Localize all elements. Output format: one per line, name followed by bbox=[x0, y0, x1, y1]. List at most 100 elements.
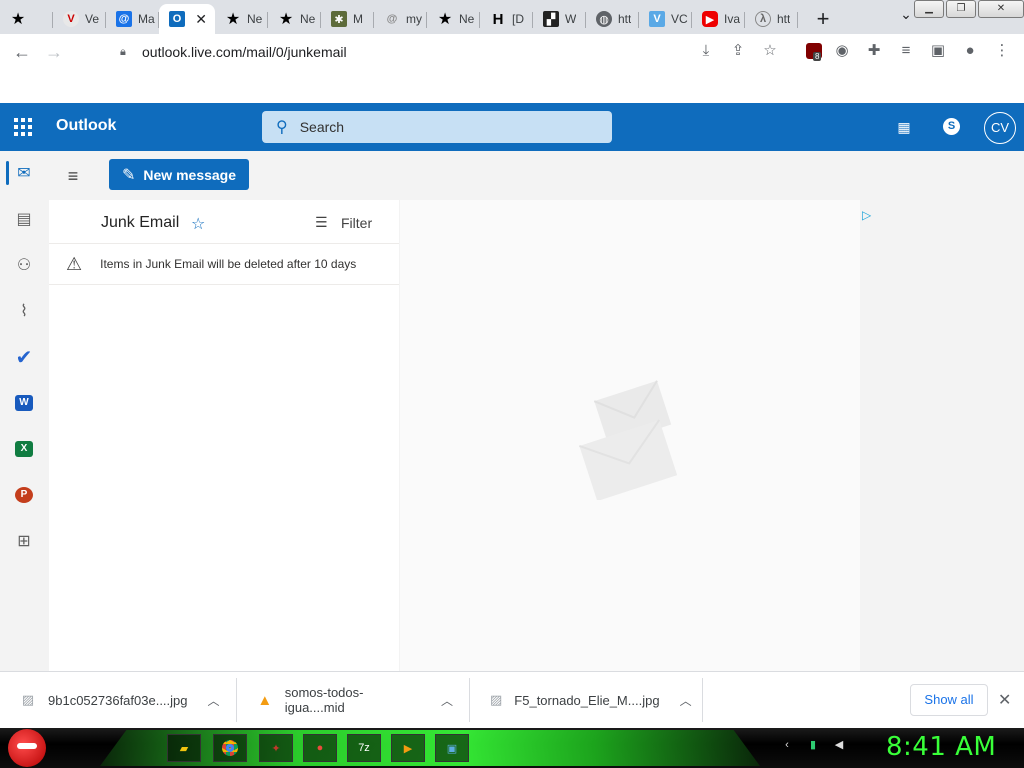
app-launcher-icon[interactable] bbox=[14, 118, 32, 136]
search-box[interactable]: ⚲ bbox=[262, 111, 612, 143]
start-button-angry-bird-icon[interactable] bbox=[8, 729, 46, 767]
chevron-up-icon[interactable]: ︿ bbox=[208, 692, 220, 709]
notice-text: Items in Junk Email will be deleted afte… bbox=[100, 257, 357, 271]
media-queue-icon[interactable]: ≡ bbox=[895, 40, 917, 62]
browser-tab-active[interactable]: O ✕ bbox=[159, 4, 215, 34]
new-message-label: New message bbox=[143, 166, 237, 183]
browser-tab[interactable]: @ Ma bbox=[106, 4, 159, 34]
rail-mail[interactable]: ✉ bbox=[0, 153, 48, 193]
close-window-button[interactable]: ✕ bbox=[978, 0, 1024, 18]
app-bird-icon[interactable]: ✦ bbox=[259, 734, 293, 762]
close-tab-icon[interactable]: ✕ bbox=[195, 11, 207, 28]
chrome-taskbar-icon[interactable] bbox=[213, 734, 247, 762]
todo-check-icon: ✔ bbox=[15, 346, 33, 369]
browser-tab[interactable]: ▞ W bbox=[533, 4, 586, 34]
taskbar: ▰ ✦ ● 7z ▶ ▣ ‹ ▮ ◀ 8:41 AM bbox=[0, 728, 1024, 768]
star-icon: ★ bbox=[278, 11, 294, 28]
window-app-icon[interactable]: ▣ bbox=[435, 734, 469, 762]
browser-tab[interactable]: H [D bbox=[480, 4, 533, 34]
skype-icon[interactable]: S bbox=[943, 118, 960, 135]
rail-excel[interactable]: X bbox=[0, 429, 48, 469]
new-message-button[interactable]: ✎ New message bbox=[109, 159, 249, 190]
filter-button[interactable]: ☰ Filter bbox=[315, 214, 372, 231]
outlook-brand[interactable]: Outlook bbox=[56, 117, 116, 135]
avatar[interactable]: CV bbox=[984, 112, 1016, 144]
forward-arrow-icon[interactable]: → bbox=[42, 40, 66, 64]
address-bar[interactable]: 🔒︎ outlook.live.com/mail/0/junkemail bbox=[78, 37, 788, 67]
browser-tab[interactable]: ★ Ne bbox=[268, 4, 321, 34]
battery-icon[interactable]: ▮ bbox=[806, 738, 820, 752]
search-input[interactable] bbox=[299, 119, 560, 135]
extensions-puzzle-icon[interactable]: ✚ bbox=[863, 40, 885, 62]
rail-powerpoint[interactable]: P bbox=[0, 475, 48, 515]
browser-tab[interactable]: ▶ Iva bbox=[692, 4, 745, 34]
volume-icon[interactable]: ◀ bbox=[832, 738, 846, 752]
profile-flag-icon[interactable]: ◉ bbox=[831, 40, 853, 62]
rail-files[interactable]: ⌇ bbox=[0, 291, 48, 331]
vivaldi-icon: V bbox=[63, 11, 79, 27]
new-tab-button[interactable]: + bbox=[808, 4, 838, 34]
angry-birds-icon[interactable]: ● bbox=[303, 734, 337, 762]
ublock-extension-icon[interactable]: 8 bbox=[806, 43, 822, 61]
close-downloads-icon[interactable]: ✕ bbox=[998, 690, 1011, 710]
rail-more-apps[interactable]: ⊞ bbox=[0, 521, 48, 561]
rail-todo[interactable]: ✔ bbox=[0, 337, 48, 377]
compose-icon: ✎ bbox=[122, 166, 136, 184]
media-player-icon[interactable]: ▶ bbox=[391, 734, 425, 762]
chevron-up-icon[interactable]: ︿ bbox=[680, 692, 692, 709]
browser-tab[interactable]: ◍ htt bbox=[586, 4, 639, 34]
side-panel-icon[interactable]: ▣ bbox=[927, 40, 949, 62]
back-arrow-icon[interactable]: ← bbox=[10, 40, 34, 64]
favorite-star-icon[interactable]: ☆ bbox=[191, 214, 205, 234]
h-letter-icon: H bbox=[492, 10, 504, 28]
seven-zip-icon[interactable]: 7z bbox=[347, 734, 381, 762]
tray-arrow-icon[interactable]: ‹ bbox=[780, 738, 794, 752]
rail-people[interactable]: ⚇ bbox=[0, 245, 48, 285]
browser-tab[interactable]: V VC bbox=[639, 4, 692, 34]
browser-tab[interactable]: λ htt bbox=[745, 4, 798, 34]
star-icon: ★ bbox=[225, 11, 241, 28]
browser-tab[interactable]: ✱ M bbox=[321, 4, 374, 34]
rail-calendar[interactable]: ▤ bbox=[0, 199, 48, 239]
browser-tab[interactable]: @ my bbox=[374, 4, 427, 34]
image-file-icon: ▨ bbox=[21, 692, 35, 707]
share-icon[interactable]: ⇪ bbox=[727, 40, 749, 62]
show-all-downloads-button[interactable]: Show all bbox=[910, 684, 988, 716]
paperclip-icon: ⌇ bbox=[20, 303, 28, 320]
hamburger-menu-icon[interactable]: ≡ bbox=[62, 166, 84, 188]
browser-menu-icon[interactable]: ⋮ bbox=[991, 40, 1013, 62]
filter-label: Filter bbox=[341, 214, 373, 231]
download-filename: somos-todos-igua....mid bbox=[284, 685, 364, 715]
browser-tab[interactable]: ★ bbox=[0, 4, 53, 34]
clapperboard-icon: ▞ bbox=[543, 11, 559, 27]
rail-word[interactable]: W bbox=[0, 383, 48, 423]
restore-button[interactable]: ❐ bbox=[946, 0, 976, 18]
browser-tab[interactable]: V Ve bbox=[53, 4, 106, 34]
install-app-icon[interactable]: ⤓ bbox=[695, 40, 717, 62]
browser-tab[interactable]: ★ Ne bbox=[427, 4, 480, 34]
browser-tab[interactable]: ★ Ne bbox=[215, 4, 268, 34]
ad-choices-icon[interactable]: ▷ bbox=[862, 208, 871, 222]
page-top-band bbox=[0, 70, 1024, 103]
apps-grid-icon: ⊞ bbox=[17, 533, 31, 550]
file-explorer-icon[interactable]: ▰ bbox=[167, 734, 201, 762]
downloads-bar: ▨ 9b1c052736faf03e....jpg ︿ ▲ somos-todo… bbox=[0, 671, 1024, 728]
download-item[interactable]: ▨ 9b1c052736faf03e....jpg ︿ bbox=[0, 678, 237, 722]
filter-icon: ☰ bbox=[315, 214, 328, 230]
download-item[interactable]: ▨ F5_tornado_Elie_M....jpg ︿ bbox=[470, 678, 703, 722]
star-icon: ★ bbox=[10, 11, 26, 28]
minimize-button[interactable]: ▁ bbox=[914, 0, 944, 18]
bookmark-star-icon[interactable]: ☆ bbox=[759, 40, 781, 62]
chevron-up-icon[interactable]: ︿ bbox=[441, 692, 453, 709]
lock-icon[interactable]: 🔒︎ bbox=[120, 46, 132, 59]
folder-title: Junk Email bbox=[101, 214, 180, 231]
vlc-cone-icon: ▲ bbox=[257, 692, 273, 709]
system-tray: ‹ ▮ ◀ bbox=[780, 738, 846, 752]
mail-icon: ✉ bbox=[17, 165, 31, 182]
star-icon: ★ bbox=[437, 11, 453, 28]
lambda-icon: λ bbox=[755, 11, 771, 27]
download-item[interactable]: ▲ somos-todos-igua....mid ︿ bbox=[237, 678, 470, 722]
qr-code-icon[interactable]: ▦ bbox=[894, 117, 914, 137]
taskbar-clock[interactable]: 8:41 AM bbox=[886, 732, 996, 762]
profile-avatar-icon[interactable]: ● bbox=[959, 40, 981, 62]
